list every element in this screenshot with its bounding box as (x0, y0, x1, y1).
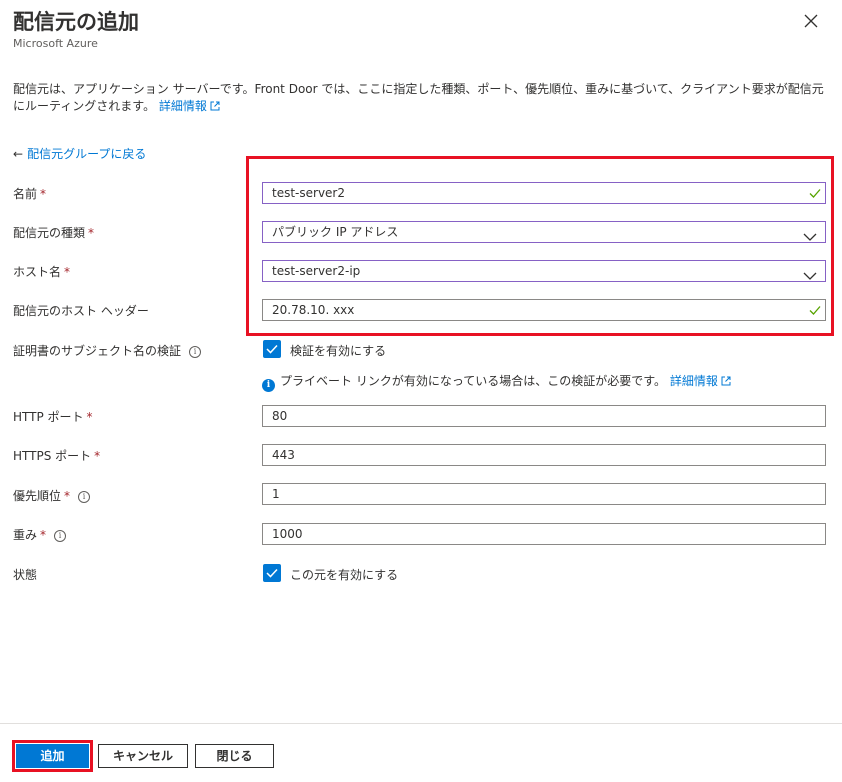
info-icon[interactable]: i (189, 346, 202, 358)
learn-more-link[interactable]: 詳細情報 (159, 99, 220, 113)
valid-check-icon (808, 186, 822, 206)
status-label: 状態 (13, 568, 38, 582)
host-name-value: test-server2-ip (272, 264, 361, 278)
back-link-label: 配信元グループに戻る (27, 147, 147, 161)
http-port-input[interactable] (272, 406, 782, 426)
name-input[interactable] (272, 183, 782, 203)
close-button[interactable]: 閉じる (195, 744, 274, 768)
close-icon[interactable] (800, 10, 822, 32)
description: 配信元は、アプリケーション サーバーです。Front Door では、ここに指定… (13, 81, 828, 116)
priority-label: 優先順位 * i (13, 487, 91, 504)
http-port-input-wrapper (262, 405, 826, 427)
origin-type-dropdown[interactable]: パブリック IP アドレス (262, 221, 826, 243)
origin-type-label: 配信元の種類 * (13, 226, 95, 240)
info-icon[interactable]: i (54, 530, 67, 542)
info-text: プライベート リンクが有効になっている場合は、この検証が必要です。 (280, 374, 667, 388)
priority-input[interactable] (272, 484, 782, 504)
host-name-label: ホスト名 * (13, 265, 71, 279)
back-to-origin-group-link[interactable]: ← 配信元グループに戻る (13, 145, 146, 162)
http-port-label: HTTP ポート * (13, 410, 93, 424)
external-link-icon (210, 99, 220, 116)
add-button[interactable]: 追加 (16, 744, 89, 768)
status-checkbox[interactable] (263, 564, 281, 582)
https-port-input[interactable] (272, 445, 782, 465)
priority-input-wrapper (262, 483, 826, 505)
https-port-label: HTTPS ポート * (13, 449, 101, 463)
host-header-input-wrapper (262, 299, 826, 321)
footer-divider (0, 723, 842, 724)
page-title: 配信元の追加 (13, 10, 139, 34)
page-subtitle: Microsoft Azure (13, 37, 98, 50)
name-input-wrapper (262, 182, 826, 204)
weight-input[interactable] (272, 524, 782, 544)
valid-check-icon (808, 303, 822, 323)
cert-validation-label: 証明書のサブジェクト名の検証 i (13, 342, 202, 359)
weight-input-wrapper (262, 523, 826, 545)
host-name-dropdown[interactable]: test-server2-ip (262, 260, 826, 282)
host-header-input[interactable] (272, 300, 782, 320)
cert-validation-info: i プライベート リンクが有効になっている場合は、この検証が必要です。 詳細情報 (262, 372, 731, 392)
chevron-down-icon (803, 267, 817, 287)
origin-type-value: パブリック IP アドレス (272, 225, 399, 239)
description-text: 配信元は、アプリケーション サーバーです。Front Door では、ここに指定… (13, 82, 824, 113)
https-port-input-wrapper (262, 444, 826, 466)
host-header-label: 配信元のホスト ヘッダー (13, 304, 149, 318)
cancel-button[interactable]: キャンセル (98, 744, 188, 768)
name-label: 名前 * (13, 187, 47, 201)
external-link-icon (721, 375, 731, 389)
info-icon[interactable]: i (78, 491, 91, 503)
cert-learn-more-link[interactable]: 詳細情報 (670, 374, 731, 388)
weight-label: 重み * i (13, 526, 67, 543)
cert-validation-checkbox-label: 検証を有効にする (290, 344, 387, 358)
cert-validation-checkbox[interactable] (263, 340, 281, 358)
status-checkbox-label: この元を有効にする (290, 568, 399, 582)
back-arrow-icon: ← (13, 147, 24, 161)
info-icon: i (262, 379, 275, 392)
chevron-down-icon (803, 228, 817, 248)
